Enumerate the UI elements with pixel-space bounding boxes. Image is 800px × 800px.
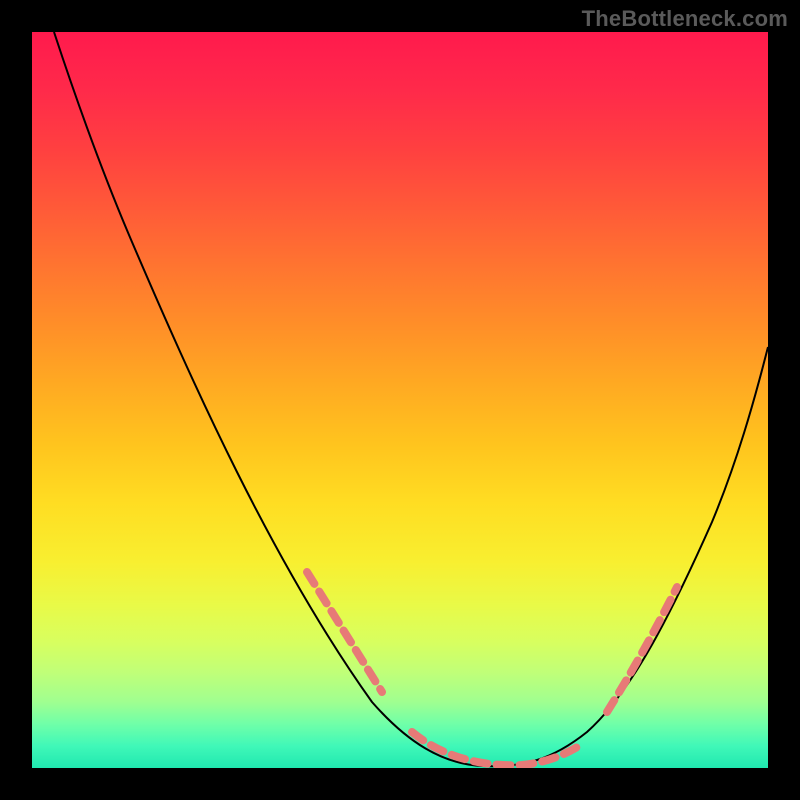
- bottleneck-curve: [54, 32, 768, 766]
- left-highlight-dash: [307, 572, 382, 692]
- right-highlight-dash: [607, 587, 677, 712]
- valley-highlight-dash: [412, 732, 582, 765]
- chart-frame: TheBottleneck.com: [0, 0, 800, 800]
- plot-area: [32, 32, 768, 768]
- bottleneck-curve-svg: [32, 32, 768, 768]
- watermark-label: TheBottleneck.com: [582, 6, 788, 32]
